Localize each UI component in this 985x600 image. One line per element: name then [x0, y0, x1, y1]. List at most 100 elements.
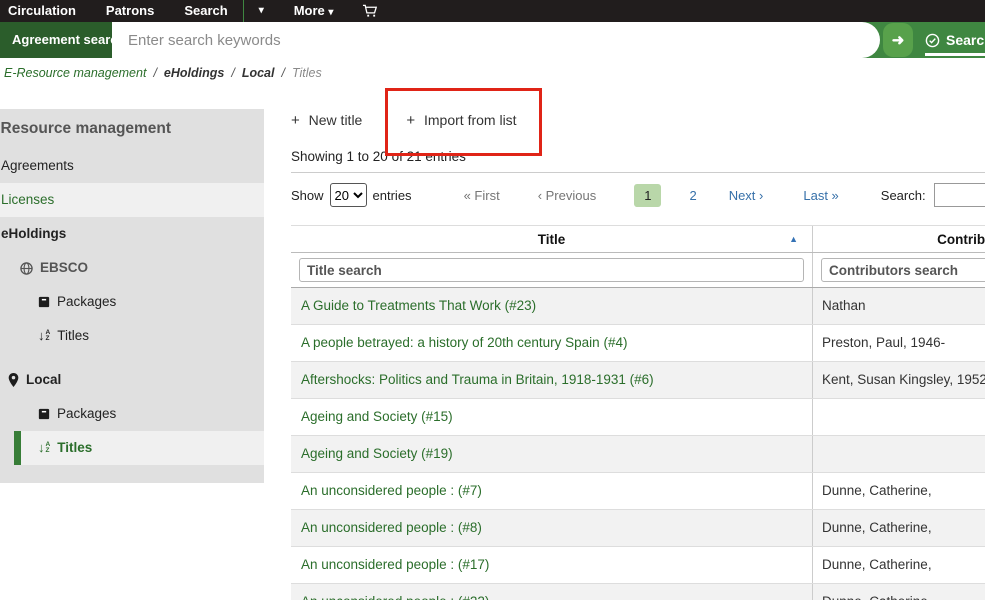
- import-from-list-label: Import from list: [424, 112, 517, 128]
- sidebar-item-label: Titles: [57, 431, 92, 465]
- nav-circulation[interactable]: Circulation: [8, 0, 91, 22]
- sidebar-heading: E-Resource management: [0, 109, 264, 149]
- table-row: An unconsidered people : (#22) Dunne, Ca…: [291, 584, 985, 600]
- import-from-list-button[interactable]: + Import from list: [406, 112, 516, 129]
- contributors-cell: [813, 399, 985, 435]
- plus-icon: +: [291, 112, 300, 129]
- title-filter-input[interactable]: [299, 258, 804, 282]
- breadcrumb-separator: /: [281, 66, 284, 80]
- table-row: Aftershocks: Politics and Trauma in Brit…: [291, 362, 985, 399]
- title-link[interactable]: An unconsidered people : (#22): [301, 594, 489, 600]
- contributors-cell: Dunne, Catherine,: [813, 547, 985, 583]
- sidebar-item-ebsco[interactable]: EBSCO: [0, 251, 264, 285]
- table-controls: Show 20 entries « First ‹ Previous 1 2 N…: [291, 182, 985, 208]
- pagination-last[interactable]: Last »: [803, 188, 838, 203]
- tab-search-agreements-label: Search agreements: [946, 32, 985, 48]
- column-header-contributors[interactable]: Contributors: [813, 226, 985, 252]
- table-search-label: Search:: [881, 188, 926, 203]
- sidebar-item-agreements[interactable]: Agreements: [0, 149, 264, 183]
- sidebar-item-label: EBSCO: [40, 251, 88, 285]
- sidebar-item-label: Titles: [57, 319, 89, 353]
- sidebar-spacer: [0, 353, 264, 363]
- title-link[interactable]: Ageing and Society (#19): [301, 446, 453, 461]
- sidebar-item-licenses[interactable]: Licenses: [0, 183, 264, 217]
- column-title-label: Title: [538, 232, 566, 247]
- table-row: Ageing and Society (#19): [291, 436, 985, 473]
- showing-entries-text: Showing 1 to 20 of 21 entries: [291, 149, 466, 164]
- map-marker-icon: [8, 373, 19, 387]
- title-link[interactable]: An unconsidered people : (#17): [301, 557, 489, 572]
- table-header-row: Title ▲ Contributors: [291, 225, 985, 253]
- contributors-cell: Preston, Paul, 1946-: [813, 325, 985, 361]
- search-input[interactable]: [112, 22, 880, 58]
- table-row: An unconsidered people : (#17) Dunne, Ca…: [291, 547, 985, 584]
- title-link[interactable]: Ageing and Society (#15): [301, 409, 453, 424]
- sidebar-item-label: Local: [26, 363, 61, 397]
- pagination-previous[interactable]: ‹ Previous: [538, 188, 597, 203]
- table-search-input[interactable]: [934, 183, 985, 207]
- title-link[interactable]: A Guide to Treatments That Work (#23): [301, 298, 536, 313]
- breadcrumb-eholdings[interactable]: eHoldings: [164, 66, 224, 80]
- chevron-down-icon: ▾: [328, 7, 333, 18]
- pagination-page-1-current[interactable]: 1: [634, 184, 661, 207]
- title-link[interactable]: An unconsidered people : (#7): [301, 483, 482, 498]
- divider-line: [291, 172, 985, 173]
- contributors-filter-input[interactable]: [821, 258, 985, 282]
- contributors-cell: Kent, Susan Kingsley, 1952-: [813, 362, 985, 398]
- sort-ascending-icon: ▲: [789, 226, 798, 253]
- sort-alpha-down-icon: ↓ AZ: [38, 319, 50, 353]
- table-row: A Guide to Treatments That Work (#23) Na…: [291, 288, 985, 325]
- pagination-next[interactable]: Next ›: [729, 188, 764, 203]
- sidebar-item-local[interactable]: Local: [0, 363, 264, 397]
- package-box-icon: [38, 296, 50, 308]
- breadcrumb-titles: Titles: [292, 66, 322, 80]
- search-submit-button[interactable]: ➜: [883, 23, 913, 57]
- cart-icon[interactable]: [348, 0, 391, 22]
- contributors-cell: [813, 436, 985, 472]
- pagination-first[interactable]: « First: [464, 188, 500, 203]
- erm-sidebar: E-Resource management Agreements License…: [0, 109, 264, 483]
- table-row: Ageing and Society (#15): [291, 399, 985, 436]
- active-tab-underline: [925, 53, 985, 56]
- nav-patrons[interactable]: Patrons: [91, 0, 169, 22]
- check-circle-icon: [925, 33, 940, 48]
- title-link[interactable]: An unconsidered people : (#8): [301, 520, 482, 535]
- sidebar-item-label: Packages: [57, 285, 116, 319]
- sidebar-item-label: Agreements: [1, 149, 74, 183]
- nav-more[interactable]: More ▾: [279, 0, 349, 22]
- new-title-button[interactable]: + New title: [291, 112, 362, 129]
- sidebar-item-ebsco-packages[interactable]: Packages: [0, 285, 264, 319]
- contributors-cell: Dunne, Catherine,: [813, 510, 985, 546]
- title-link[interactable]: A people betrayed: a history of 20th cen…: [301, 335, 627, 350]
- breadcrumb-erm[interactable]: E-Resource management: [4, 66, 146, 80]
- sidebar-item-ebsco-titles[interactable]: ↓ AZ Titles: [0, 319, 264, 353]
- global-search-bar: Agreement search ➜ Search agreements: [0, 22, 985, 58]
- nav-more-label: More: [294, 3, 325, 18]
- breadcrumb-local[interactable]: Local: [242, 66, 275, 80]
- page-size-select[interactable]: 20: [330, 183, 367, 207]
- nav-dropdown-toggle[interactable]: ▾: [244, 0, 279, 22]
- table-filter-row: [291, 253, 985, 288]
- title-link[interactable]: Aftershocks: Politics and Trauma in Brit…: [301, 372, 654, 387]
- title-actions: + New title + Import from list: [291, 112, 517, 129]
- column-header-title[interactable]: Title ▲: [291, 226, 813, 252]
- koha-erm-titles-page: Circulation Patrons Search ▾ More ▾ Agre…: [0, 0, 985, 600]
- sidebar-item-label: Packages: [57, 397, 116, 431]
- sidebar-item-local-titles-active[interactable]: ↓ AZ Titles: [14, 431, 264, 465]
- globe-icon: [20, 262, 33, 275]
- nav-search[interactable]: Search: [169, 0, 242, 22]
- package-box-icon: [38, 408, 50, 420]
- sidebar-item-local-packages[interactable]: Packages: [0, 397, 264, 431]
- contributors-cell: Dunne, Catherine,: [813, 584, 985, 600]
- breadcrumb-separator: /: [231, 66, 234, 80]
- top-navigation-bar: Circulation Patrons Search ▾ More ▾: [0, 0, 985, 22]
- contributors-cell: Nathan: [813, 288, 985, 324]
- column-contributors-label: Contributors: [937, 232, 985, 247]
- sidebar-item-eholdings[interactable]: eHoldings: [0, 217, 264, 251]
- entries-label: entries: [373, 188, 412, 203]
- table-row: A people betrayed: a history of 20th cen…: [291, 325, 985, 362]
- contributors-cell: Dunne, Catherine,: [813, 473, 985, 509]
- plus-icon: +: [406, 112, 415, 129]
- new-title-label: New title: [309, 112, 363, 128]
- pagination-page-2[interactable]: 2: [689, 188, 696, 203]
